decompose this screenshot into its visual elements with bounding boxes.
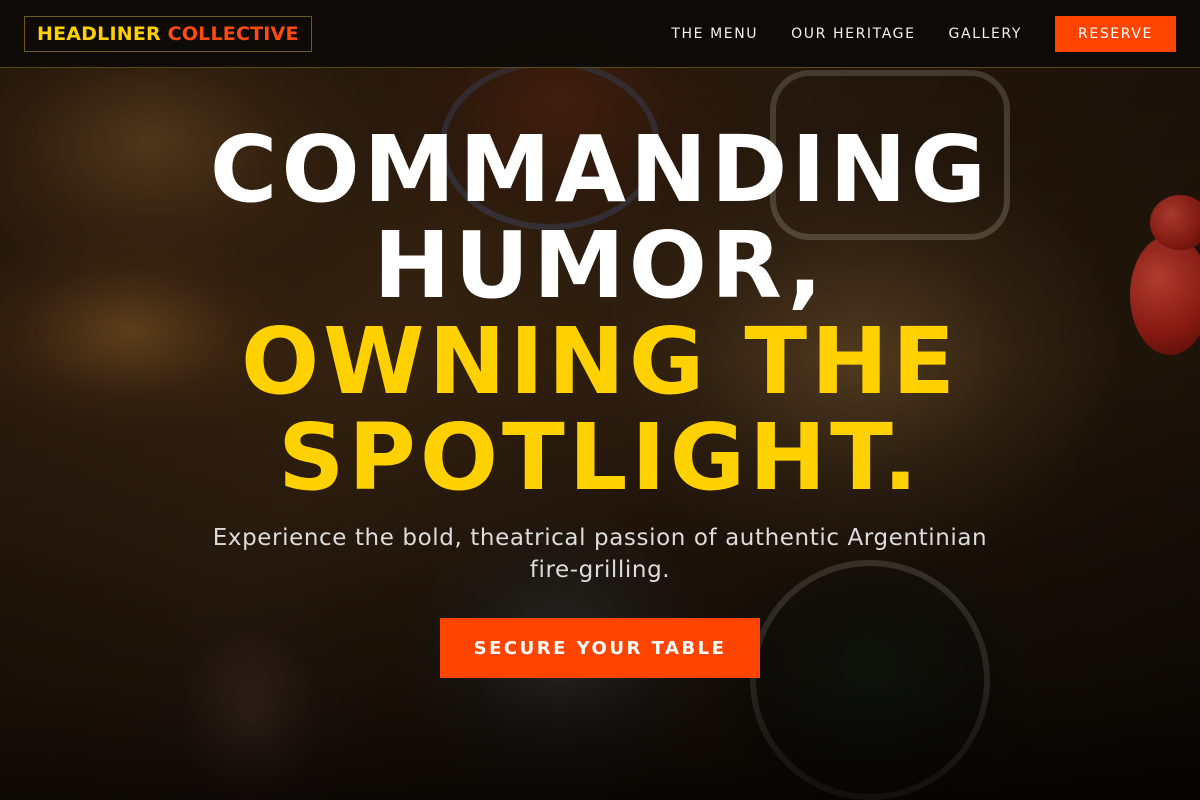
hero-subtitle: Experience the bold, theatrical passion … bbox=[212, 525, 988, 583]
nav-links: THE MENU OUR HERITAGE GALLERY RESERVE bbox=[671, 15, 1176, 52]
brand-name-part1: HEADLINER bbox=[37, 22, 161, 45]
top-navbar: HEADLINER COLLECTIVE THE MENU OUR HERITA… bbox=[0, 0, 1200, 68]
brand-name-part2: COLLECTIVE bbox=[167, 22, 299, 45]
nav-link-menu[interactable]: THE MENU bbox=[671, 26, 758, 42]
headline-line-1: COMMANDING bbox=[209, 116, 991, 223]
hero-headline: COMMANDING HUMOR, OWNING THE SPOTLIGHT. bbox=[0, 122, 1200, 506]
reserve-button[interactable]: RESERVE bbox=[1055, 15, 1176, 52]
headline-line-3: OWNING THE bbox=[240, 308, 960, 415]
secure-table-button[interactable]: SECURE YOUR TABLE bbox=[440, 618, 760, 678]
nav-link-gallery[interactable]: GALLERY bbox=[949, 26, 1022, 42]
brand-logo[interactable]: HEADLINER COLLECTIVE bbox=[24, 15, 312, 52]
headline-line-2: HUMOR, bbox=[373, 212, 827, 319]
nav-link-heritage[interactable]: OUR HERITAGE bbox=[791, 26, 915, 42]
headline-line-4: SPOTLIGHT. bbox=[278, 404, 922, 511]
